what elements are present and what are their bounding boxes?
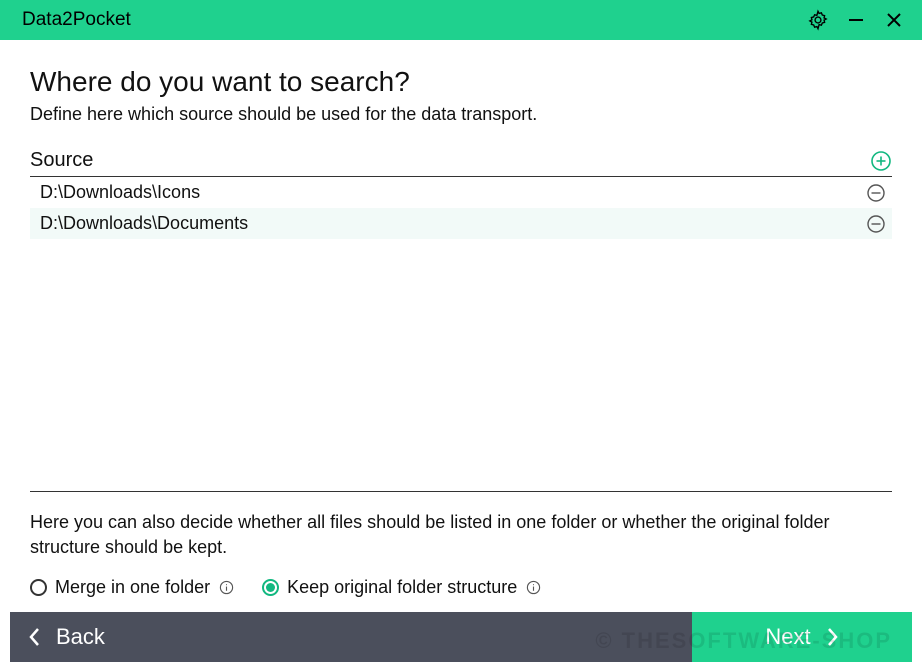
- back-button-label: Back: [56, 624, 105, 650]
- radio-icon: [30, 579, 47, 596]
- add-source-button[interactable]: [870, 150, 892, 172]
- main-content: Where do you want to search? Define here…: [0, 40, 922, 610]
- source-row[interactable]: D:\Downloads\Documents: [30, 208, 892, 239]
- radio-label: Merge in one folder: [55, 577, 210, 598]
- page-subheading: Define here which source should be used …: [30, 104, 892, 125]
- divider: [30, 491, 892, 492]
- info-icon[interactable]: [525, 580, 541, 596]
- radio-icon: [262, 579, 279, 596]
- radio-merge-one-folder[interactable]: Merge in one folder: [30, 577, 234, 598]
- source-list: D:\Downloads\Icons D:\Downloads\Document…: [30, 177, 892, 239]
- next-button[interactable]: Next: [692, 612, 912, 662]
- minimize-icon[interactable]: [844, 8, 868, 32]
- options-description: Here you can also decide whether all fil…: [30, 510, 892, 559]
- source-label: Source: [30, 149, 93, 172]
- source-path: D:\Downloads\Documents: [40, 213, 248, 234]
- radio-keep-structure[interactable]: Keep original folder structure: [262, 577, 541, 598]
- remove-source-button[interactable]: [866, 214, 886, 234]
- page-heading: Where do you want to search?: [30, 66, 892, 98]
- app-title: Data2Pocket: [22, 9, 806, 31]
- close-icon[interactable]: [882, 8, 906, 32]
- source-path: D:\Downloads\Icons: [40, 182, 200, 203]
- info-icon[interactable]: [218, 580, 234, 596]
- source-header: Source: [30, 149, 892, 177]
- source-row[interactable]: D:\Downloads\Icons: [30, 177, 892, 208]
- app-window: Data2Pocket Where do you want to search?…: [0, 0, 922, 672]
- window-controls: [806, 8, 906, 32]
- back-button[interactable]: Back: [10, 612, 131, 662]
- footer-bar: Back Next: [10, 612, 912, 662]
- gear-icon[interactable]: [806, 8, 830, 32]
- remove-source-button[interactable]: [866, 183, 886, 203]
- next-button-label: Next: [765, 624, 810, 650]
- radio-label: Keep original folder structure: [287, 577, 517, 598]
- folder-structure-options: Merge in one folder Keep original folder…: [30, 577, 892, 598]
- title-bar: Data2Pocket: [0, 0, 922, 40]
